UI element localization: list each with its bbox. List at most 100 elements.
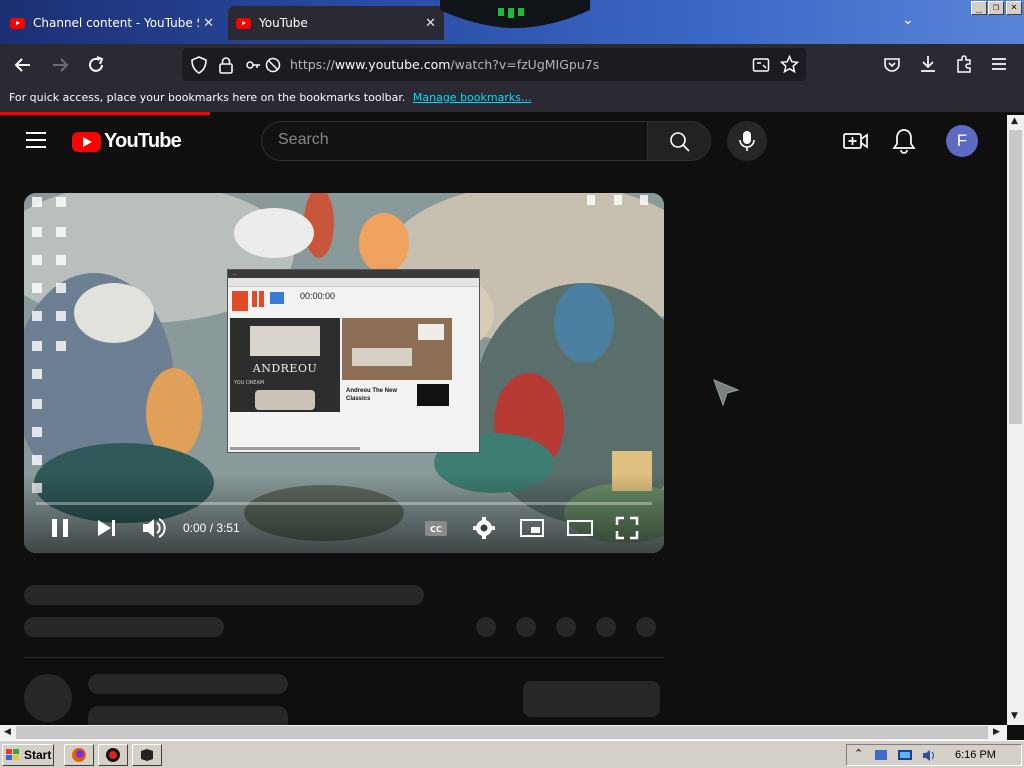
hamburger-menu-icon[interactable]	[26, 132, 46, 148]
ad-cta	[417, 384, 449, 406]
channel-avatar-skeleton	[24, 674, 72, 722]
bookmark-star-icon[interactable]	[780, 55, 799, 74]
ad-brand: ANDREOU	[252, 362, 318, 375]
captions-icon[interactable]: CC	[424, 513, 448, 543]
clock[interactable]: 6:16 PM	[955, 749, 996, 761]
close-icon[interactable]: ✕	[203, 16, 214, 31]
voice-search-button[interactable]	[727, 121, 767, 161]
url-path: /watch?v=fzUgMIGpu7s	[450, 57, 600, 72]
account-avatar[interactable]: F	[946, 125, 978, 157]
scroll-down-icon[interactable]: ▼	[1011, 711, 1018, 721]
svg-text:CC: CC	[430, 525, 442, 534]
pocket-icon[interactable]	[882, 55, 902, 75]
reload-icon[interactable]	[86, 55, 106, 75]
notifications-bell-icon[interactable]	[891, 127, 917, 155]
subtitle-skeleton	[24, 617, 224, 637]
menu-icon[interactable]	[990, 55, 1008, 73]
video-player[interactable]: ... 00:00:00 ANDREOU YOU DREAM Andreou T…	[24, 193, 664, 553]
url-text[interactable]: https://www.youtube.com/watch?v=fzUgMIGp…	[290, 57, 599, 72]
divider	[24, 657, 664, 658]
firefox-icon	[72, 748, 86, 762]
extensions-icon[interactable]	[954, 54, 974, 74]
taskbar-terminal-button[interactable]	[132, 744, 162, 766]
ad-panel-left: ANDREOU YOU DREAM	[230, 318, 340, 412]
miniplayer-icon[interactable]	[519, 513, 545, 543]
ad-caption: Andreou The New Classics	[346, 388, 398, 402]
url-scheme: https://	[290, 57, 335, 72]
close-window-icon[interactable]: ×	[1006, 1, 1022, 15]
vertical-scroll-thumb[interactable]	[1009, 130, 1022, 424]
address-bar[interactable]: https://www.youtube.com/watch?v=fzUgMIGp…	[182, 48, 806, 81]
theater-mode-icon[interactable]	[566, 513, 594, 543]
ad-panel-right	[342, 318, 452, 380]
subscribe-skeleton	[523, 681, 660, 717]
ad-tagline: YOU DREAM	[234, 380, 265, 386]
scroll-left-icon[interactable]: ◀	[4, 727, 11, 737]
settings-gear-icon[interactable]	[472, 513, 496, 543]
volume-icon[interactable]	[141, 513, 167, 543]
search-icon	[670, 132, 690, 152]
action-skeleton	[516, 617, 536, 637]
search-box[interactable]	[261, 121, 648, 161]
tab-youtube[interactable]: YouTube ✕	[228, 6, 444, 40]
tab-title: YouTube	[259, 16, 308, 30]
bookmarks-hint: For quick access, place your bookmarks h…	[9, 91, 406, 104]
terminal-icon	[141, 749, 153, 761]
downloads-icon[interactable]	[918, 54, 938, 74]
start-button[interactable]: Start	[2, 744, 54, 766]
tab-strip: Channel content - YouTube Studio ✕ YouTu…	[0, 0, 1024, 44]
network-tray-icon[interactable]	[873, 748, 889, 763]
windows-logo-icon	[6, 749, 19, 760]
manage-bookmarks-link[interactable]: Manage bookmarks...	[413, 91, 532, 104]
youtube-wordmark: YouTube	[104, 130, 182, 152]
taskbar: Start ⌃ 6:16 PM	[0, 740, 1024, 768]
tab-title: Channel content - YouTube Studio	[33, 16, 199, 30]
youtube-logo[interactable]: YouTube	[72, 130, 182, 153]
embedded-window-title: ...	[228, 270, 479, 278]
pause-icon[interactable]	[50, 513, 70, 543]
chevron-down-icon[interactable]: ⌄	[902, 12, 914, 28]
search-button[interactable]	[647, 121, 711, 161]
monitor-tray-icon[interactable]	[897, 748, 913, 763]
youtube-play-logo-icon	[72, 131, 101, 152]
reader-view-icon[interactable]	[752, 56, 770, 74]
microphone-icon	[739, 131, 755, 151]
record-icon	[106, 748, 120, 762]
forward-icon[interactable]	[50, 55, 70, 75]
channel-name-skeleton	[88, 674, 288, 694]
search-input[interactable]	[278, 131, 618, 149]
mouse-cursor-icon	[713, 379, 740, 407]
close-icon[interactable]: ✕	[425, 16, 436, 31]
embedded-toolbar-icons	[232, 291, 284, 311]
shield-icon[interactable]	[190, 56, 208, 74]
youtube-header: YouTube F	[0, 115, 1007, 167]
taskbar-record-button[interactable]	[98, 744, 128, 766]
minimize-icon[interactable]: _	[971, 1, 987, 15]
tab-youtube-studio[interactable]: Channel content - YouTube Studio ✕	[2, 6, 222, 40]
taskbar-firefox-button[interactable]	[64, 744, 94, 766]
next-icon[interactable]	[96, 513, 118, 543]
fullscreen-icon[interactable]	[614, 513, 640, 543]
navigation-toolbar: https://www.youtube.com/watch?v=fzUgMIGp…	[0, 44, 1024, 86]
horizontal-scroll-thumb[interactable]	[16, 726, 988, 739]
permissions-icon[interactable]	[245, 56, 281, 74]
volume-tray-icon[interactable]	[921, 748, 937, 763]
lock-icon[interactable]	[218, 56, 234, 74]
action-skeleton	[476, 617, 496, 637]
embedded-recording-timer: 00:00:00	[300, 291, 336, 301]
system-tray: ⌃ 6:16 PM	[846, 744, 1022, 766]
title-skeleton	[24, 585, 424, 605]
create-video-icon[interactable]	[842, 127, 870, 155]
scroll-right-icon[interactable]: ▶	[993, 727, 1000, 737]
restore-icon[interactable]: ❐	[988, 1, 1004, 15]
tray-expand-icon[interactable]: ⌃	[854, 747, 863, 760]
channel-subs-skeleton	[88, 706, 288, 725]
url-host: www.youtube.com	[334, 57, 451, 72]
back-icon[interactable]	[13, 55, 33, 75]
embedded-app-window: ... 00:00:00 ANDREOU YOU DREAM Andreou T…	[227, 269, 480, 453]
embedded-window-tabs	[228, 278, 479, 287]
wallpaper-fragment	[440, 0, 590, 28]
scroll-up-icon[interactable]: ▲	[1011, 116, 1018, 126]
action-skeleton	[636, 617, 656, 637]
progress-bar[interactable]	[36, 502, 652, 505]
